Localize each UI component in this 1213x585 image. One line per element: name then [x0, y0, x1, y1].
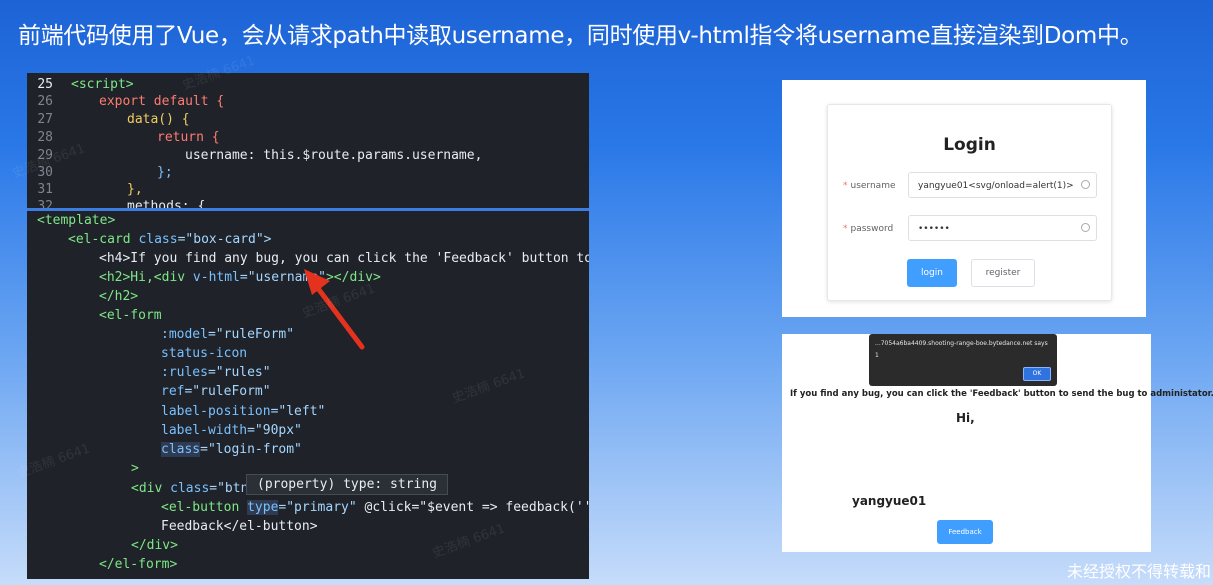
code-line: :rules="rules" [161, 365, 271, 380]
register-button[interactable]: register [971, 259, 1035, 287]
password-field[interactable]: •••••• [908, 215, 1097, 241]
check-circle-icon [1081, 180, 1090, 189]
code-editor-script: 25 <script> 26 export default { 27 data() {… [27, 73, 589, 211]
hover-tooltip: (property) type: string [246, 474, 449, 495]
login-card: Login * username yangyue01<svg/onload=ale… [827, 104, 1112, 301]
username-field[interactable]: yangyue01<svg/onload=alert(1)> [908, 172, 1097, 198]
code-line: 27 data() { [37, 112, 190, 127]
copyright-footer: 未经授权不得转载和 [1066, 562, 1211, 581]
login-button[interactable]: login [907, 259, 957, 287]
code-line: label-width="90px" [161, 423, 302, 438]
result-screenshot: ...7054a6ba4409.shooting-range-boe.byted… [782, 334, 1213, 552]
code-line: <h4>If you find any bug, you can click t… [99, 251, 589, 266]
code-line: 31}, [37, 182, 143, 197]
code-line: <template> [37, 213, 116, 228]
code-line: label-position="left" [161, 404, 326, 419]
code-line: status-icon [161, 346, 248, 361]
alert-ok-button[interactable]: OK [1023, 367, 1051, 381]
code-line: </h2> [99, 289, 139, 304]
code-line: 29 username: this.$route.params.username, [37, 148, 483, 163]
code-line: <el-card class="box-card"> [68, 232, 272, 247]
code-line: 25 <script> [37, 77, 134, 92]
code-line: ref="ruleForm" [161, 384, 271, 399]
check-circle-icon [1081, 223, 1090, 232]
code-line: </div> [131, 538, 178, 553]
password-label: * password [843, 224, 894, 234]
alert-message: 1 [875, 352, 879, 359]
code-line: > [131, 461, 139, 476]
code-line: 26 export default { [37, 94, 225, 109]
page-title: 前端代码使用了Vue，会从请求path中读取username，同时使用v-htm… [18, 23, 1143, 49]
greeting-text: Hi, [956, 411, 975, 425]
feedback-button[interactable]: Feedback [937, 520, 993, 544]
code-line: 32 methods: { [37, 199, 206, 211]
code-line: <el-form [99, 308, 162, 323]
code-line: </el-form> [99, 557, 178, 572]
login-title: Login [943, 135, 996, 155]
code-line: <div class="btn [131, 481, 249, 496]
username-label: * username [843, 181, 896, 191]
alert-host-text: ...7054a6ba4409.shooting-range-boe.byted… [875, 340, 1048, 347]
bug-hint-text: If you find any bug, you can click the '… [790, 389, 1213, 399]
code-line: 28 return { [37, 130, 220, 145]
alert-dialog: ...7054a6ba4409.shooting-range-boe.byted… [869, 334, 1057, 386]
code-line: Feedback</el-button> [161, 519, 318, 534]
code-line: class="login-from" [161, 442, 302, 457]
code-line: :model="ruleForm" [161, 327, 295, 342]
rendered-username: yangyue01 [852, 494, 927, 508]
code-line: <el-button type="primary" @click="$event… [161, 500, 589, 515]
login-screenshot: Login * username yangyue01<svg/onload=ale… [782, 80, 1146, 317]
